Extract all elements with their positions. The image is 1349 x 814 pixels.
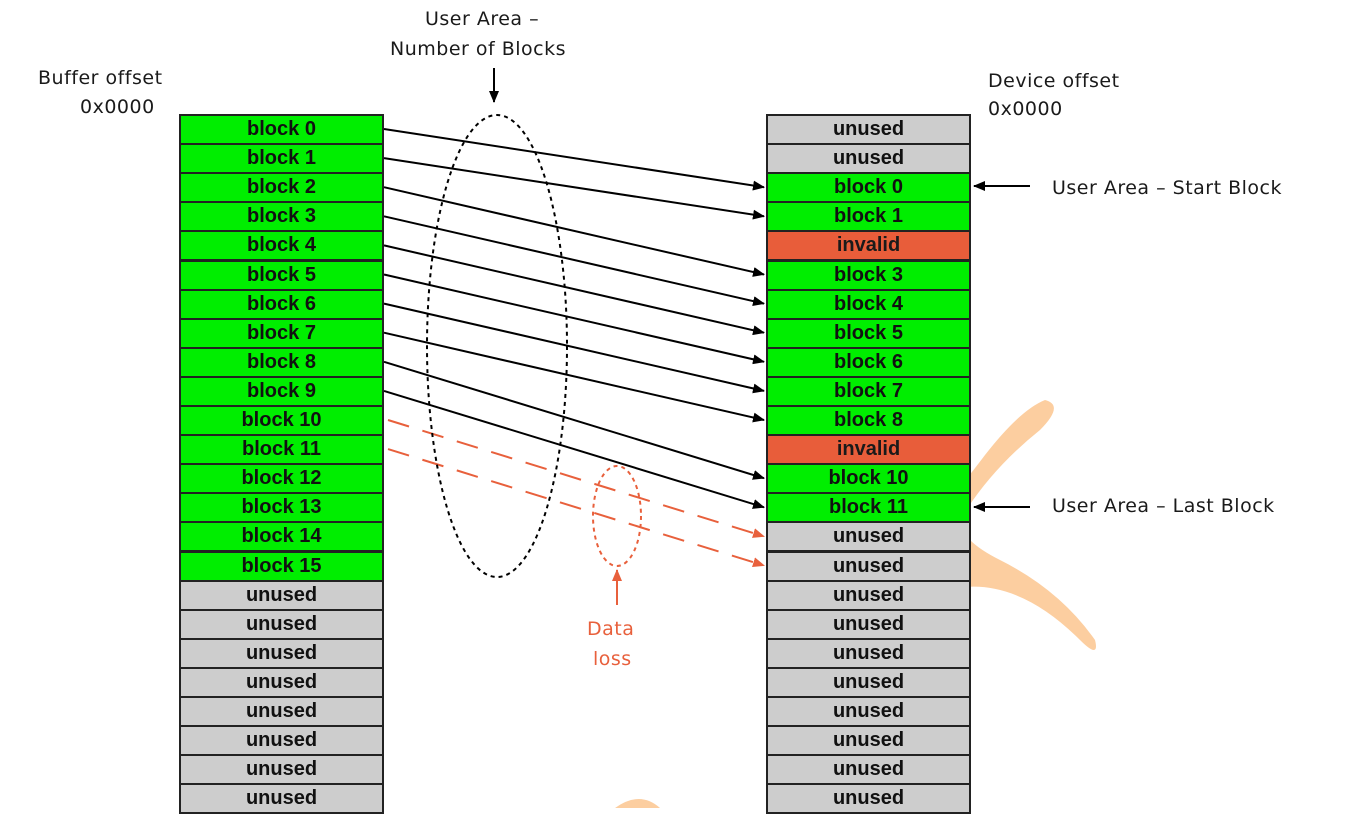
mapping-arrow-7: [383, 331, 765, 423]
mapping-arrow-2: [383, 186, 765, 277]
mapping-arrow-9: [383, 389, 765, 509]
mapping-arrow-3: [383, 215, 765, 307]
mapping-arrow-4: [383, 244, 765, 336]
mapping-arrow-6: [383, 302, 765, 394]
lost-mapping-arrow-0: [387, 419, 765, 538]
mapping-arrow-0: [383, 128, 765, 191]
mapping-arrow-5: [383, 273, 765, 365]
number-of-blocks-ellipse: [426, 114, 568, 578]
data-loss-ellipse: [592, 465, 642, 567]
mapping-arrow-1: [383, 157, 765, 220]
lost-mapping-arrow-1: [387, 448, 765, 568]
mapping-arrows: [383, 68, 1030, 605]
mapping-arrow-8: [383, 360, 765, 480]
